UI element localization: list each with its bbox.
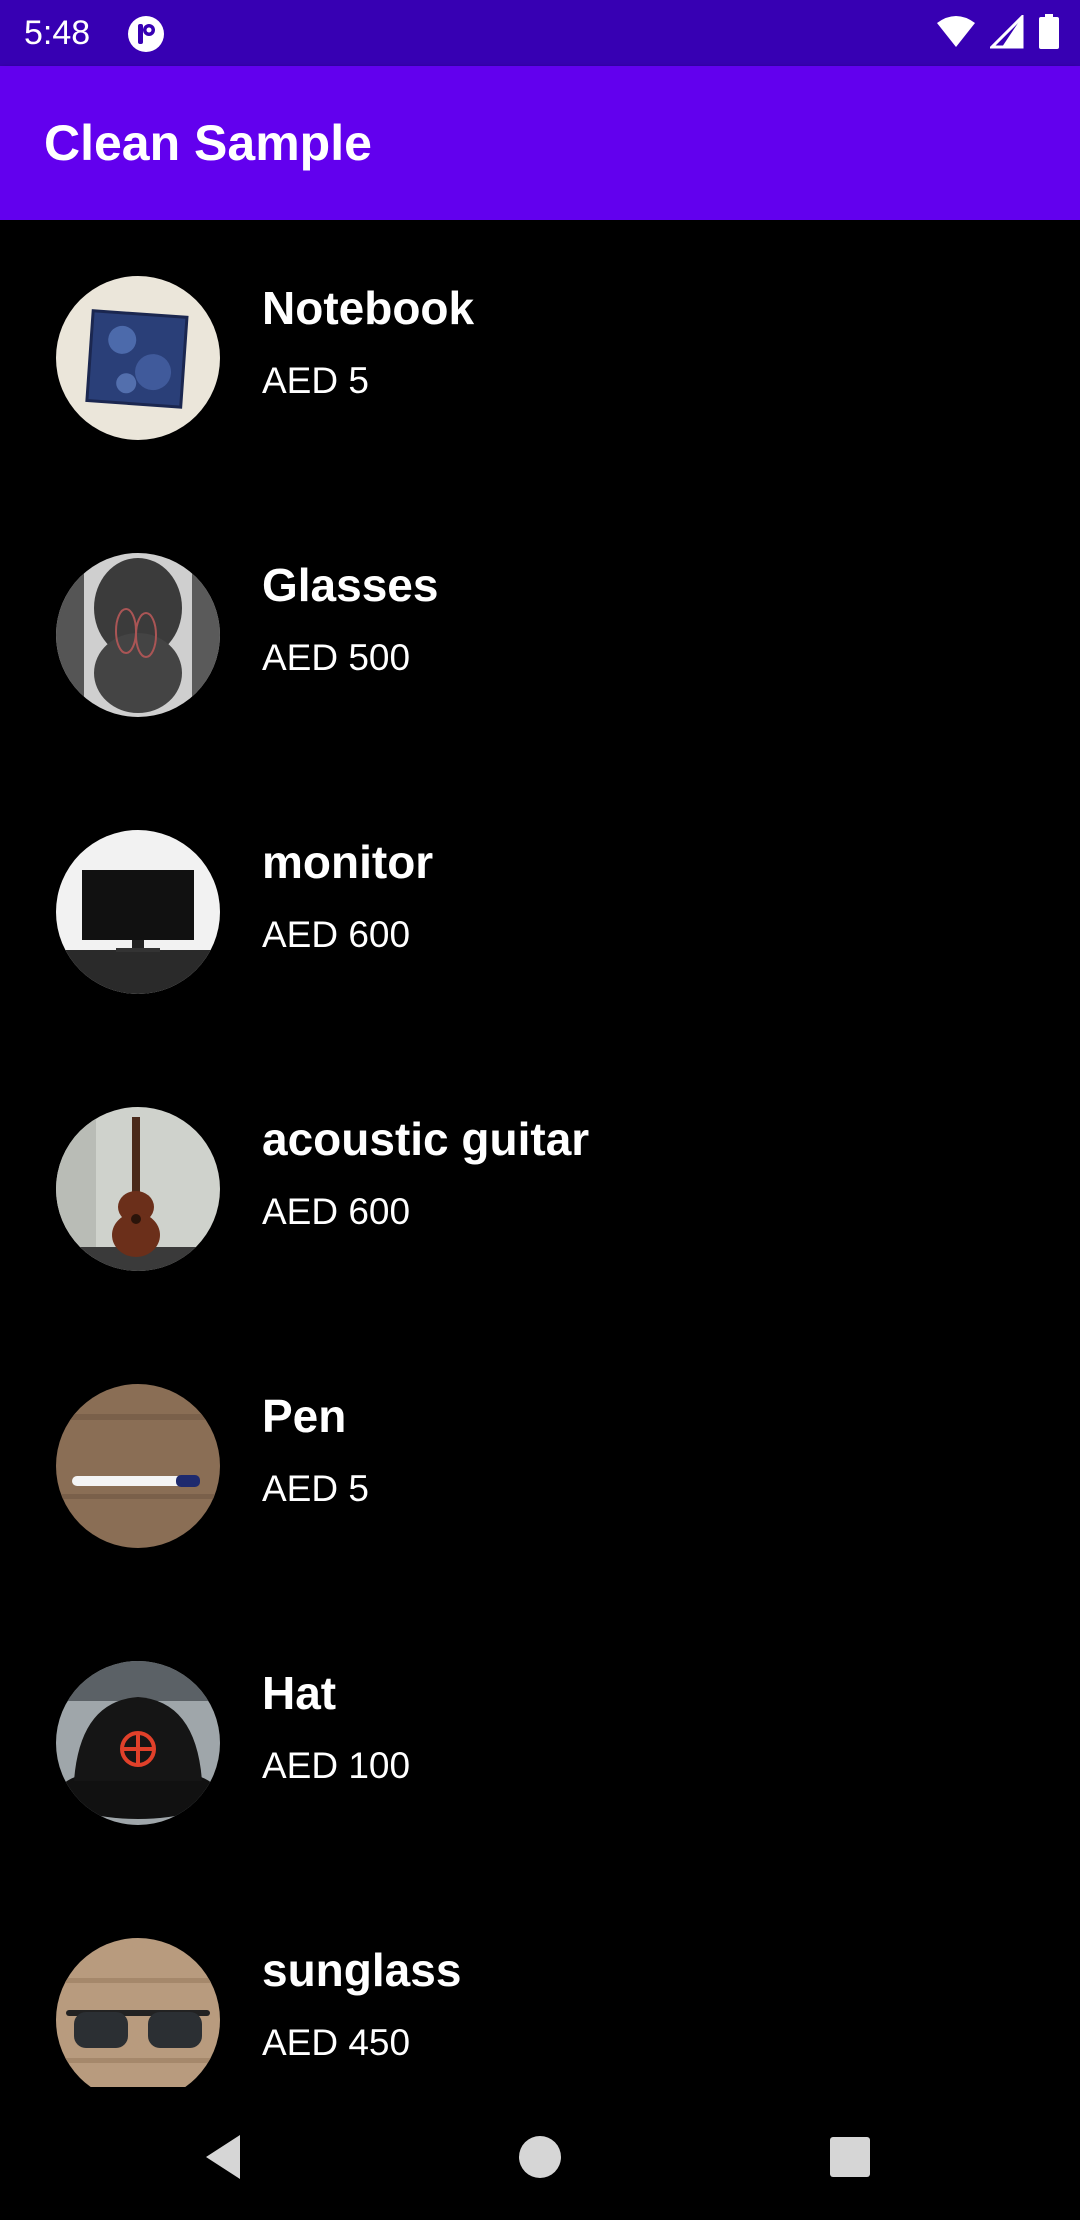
item-price: AED 500 xyxy=(262,637,411,678)
back-icon[interactable] xyxy=(196,2127,256,2187)
item-name: Notebook xyxy=(262,282,475,334)
app-bar: Clean Sample xyxy=(0,66,1080,220)
item-price: AED 5 xyxy=(262,360,369,401)
item-name: monitor xyxy=(262,836,434,888)
list-item[interactable]: Notebook AED 5 xyxy=(0,220,1080,497)
hat-photo xyxy=(56,1661,220,1825)
home-icon[interactable] xyxy=(510,2127,570,2187)
product-list[interactable]: Notebook AED 5 Glasses AED 500 monitor A… xyxy=(0,220,1080,2087)
item-price: AED 100 xyxy=(262,1745,411,1786)
item-name: Glasses xyxy=(262,559,439,611)
list-item[interactable]: acoustic guitar AED 600 xyxy=(0,1051,1080,1328)
glasses-photo xyxy=(56,553,220,717)
notebook-photo xyxy=(56,276,220,440)
item-price: AED 600 xyxy=(262,914,411,955)
list-item[interactable]: Pen AED 5 xyxy=(0,1328,1080,1605)
status-bar: 5:48 xyxy=(0,0,1080,66)
guitar-photo xyxy=(56,1107,220,1271)
wifi-icon xyxy=(936,15,976,54)
recents-icon[interactable] xyxy=(820,2127,880,2187)
item-name: Hat xyxy=(262,1667,337,1719)
list-item[interactable]: Glasses AED 500 xyxy=(0,497,1080,774)
list-item[interactable]: monitor AED 600 xyxy=(0,774,1080,1051)
list-item[interactable]: sunglass AED 450 xyxy=(0,1882,1080,2087)
item-name: sunglass xyxy=(262,1944,462,1996)
item-price: AED 450 xyxy=(262,2022,411,2063)
battery-icon xyxy=(1038,14,1060,55)
sunglass-photo xyxy=(56,1938,220,2087)
app-notification-icon xyxy=(127,15,165,53)
item-price: AED 5 xyxy=(262,1468,369,1509)
status-icons xyxy=(936,13,1060,55)
pen-photo xyxy=(56,1384,220,1548)
list-item[interactable]: Hat AED 100 xyxy=(0,1605,1080,1882)
item-name: acoustic guitar xyxy=(262,1113,590,1165)
status-time: 5:48 xyxy=(24,14,91,52)
monitor-photo xyxy=(56,830,220,994)
item-name: Pen xyxy=(262,1390,347,1442)
signal-icon xyxy=(988,13,1024,54)
navigation-bar xyxy=(0,2087,1080,2220)
item-price: AED 600 xyxy=(262,1191,411,1232)
app-title: Clean Sample xyxy=(44,115,372,171)
